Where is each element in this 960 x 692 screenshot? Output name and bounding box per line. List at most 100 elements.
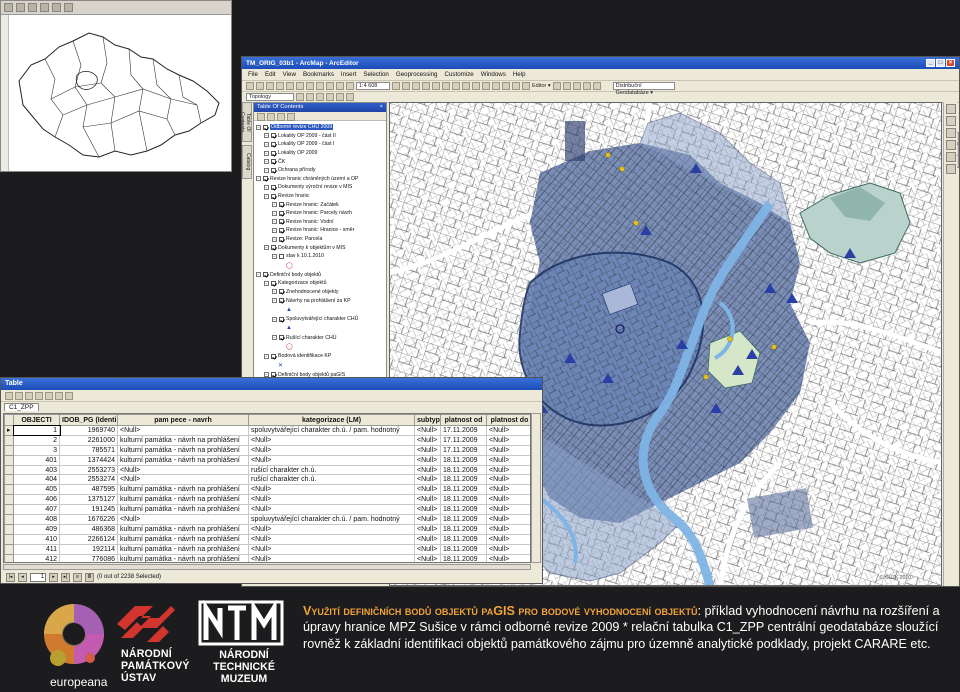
measure-icon[interactable] xyxy=(512,82,520,90)
tool-icon[interactable] xyxy=(64,3,73,12)
select-features-icon[interactable] xyxy=(492,82,500,90)
table-cell[interactable]: 17.11.2009 xyxy=(440,434,487,446)
table-cell[interactable]: <Null> xyxy=(414,474,441,486)
layer-visibility-checkbox[interactable] xyxy=(263,124,268,130)
add-data-icon[interactable] xyxy=(346,82,354,90)
expand-collapse-icon[interactable]: − xyxy=(272,253,277,259)
expand-collapse-icon[interactable]: − xyxy=(264,167,269,173)
table-cell[interactable]: 408 xyxy=(13,514,60,525)
zoom-out-icon[interactable] xyxy=(462,82,470,90)
table-cell[interactable]: <Null> xyxy=(486,425,530,436)
table-cell[interactable]: <Null> xyxy=(486,464,530,476)
topology-icon[interactable] xyxy=(296,93,304,101)
layer-visibility-checkbox[interactable] xyxy=(271,159,276,165)
fix-error-icon[interactable] xyxy=(316,93,324,101)
column-header[interactable]: IDOB_PG (Identi xyxy=(59,414,118,426)
maximize-icon[interactable]: □ xyxy=(936,59,945,67)
side-tool-icon[interactable] xyxy=(945,164,956,174)
shared-edge-icon[interactable] xyxy=(336,93,344,101)
column-header[interactable]: subtyp xyxy=(414,414,441,426)
table-cell[interactable]: <Null> xyxy=(117,474,249,486)
tool-icon[interactable] xyxy=(4,3,13,12)
menu-bookmarks[interactable]: Bookmarks xyxy=(303,71,334,78)
arcmap-title-bar[interactable]: TM_ORIG_03b1 - ArcMap - ArcEditor _ □ × xyxy=(242,57,959,69)
row-marker[interactable] xyxy=(4,484,14,496)
toc-layer-item[interactable]: − Spoluvytvářející charakter CHÚ xyxy=(256,315,384,324)
table-cell[interactable]: kulturní památka - návrh na prohlášení xyxy=(117,553,249,562)
expand-collapse-icon[interactable]: − xyxy=(256,124,261,130)
table-cell[interactable]: 776086 xyxy=(59,553,118,562)
print-icon[interactable] xyxy=(276,82,284,90)
menu-view[interactable]: View xyxy=(283,71,296,78)
table-cell[interactable]: 17.11.2009 xyxy=(440,444,487,456)
table-cell[interactable]: 404 xyxy=(13,474,60,486)
table-cell[interactable]: 18.11.2009 xyxy=(440,553,487,562)
table-cell[interactable]: 18.11.2009 xyxy=(440,514,487,525)
table-cell[interactable]: <Null> xyxy=(248,504,415,516)
table-cell[interactable]: <Null> xyxy=(248,444,415,456)
column-header[interactable]: OBJECTI xyxy=(13,414,60,426)
table-cell[interactable]: 17.11.2009 xyxy=(440,425,487,436)
list-by-visibility-icon[interactable] xyxy=(277,113,285,121)
table-cell[interactable]: kulturní památka - návrh na prohlášení xyxy=(117,543,249,555)
toc-layer-item[interactable]: − Odborné revize CHÚ 2009 xyxy=(256,123,384,132)
table-row[interactable]: 408 1676226 <Null> spoluvytvářející charakt… xyxy=(4,514,530,525)
side-tool-icon[interactable] xyxy=(945,104,956,114)
row-marker[interactable] xyxy=(4,543,14,555)
side-tab-catalog[interactable]: Catalog xyxy=(242,145,252,179)
column-header[interactable]: platnost do xyxy=(486,414,530,426)
table-cell[interactable]: spoluvytvářející charakter ch.ú. / pam. … xyxy=(248,425,415,436)
table-cell[interactable]: kulturní památka - návrh na prohlášení xyxy=(117,494,249,506)
table-row[interactable]: 404 2553274 <Null> rušící charakter ch.ú. <N… xyxy=(4,474,530,486)
first-record-icon[interactable]: |◂ xyxy=(6,572,15,582)
expand-collapse-icon[interactable]: − xyxy=(264,353,269,359)
table-cell[interactable]: 785571 xyxy=(59,444,118,456)
table-cell[interactable]: 18.11.2009 xyxy=(440,484,487,496)
expand-collapse-icon[interactable]: − xyxy=(272,210,277,216)
layer-visibility-checkbox[interactable] xyxy=(279,253,284,259)
next-record-icon[interactable]: ▸ xyxy=(49,572,58,582)
table-cell[interactable]: kulturní památka - návrh na prohlášení xyxy=(117,444,249,456)
table-row[interactable]: 409 486368 kulturní památka - návrh na pro… xyxy=(4,523,530,535)
list-by-selection-icon[interactable] xyxy=(287,113,295,121)
row-marker[interactable] xyxy=(4,533,14,545)
layer-visibility-checkbox[interactable] xyxy=(279,289,284,295)
table-cell[interactable]: <Null> xyxy=(414,464,441,476)
side-tool-icon[interactable] xyxy=(945,140,956,150)
menu-edit[interactable]: Edit xyxy=(265,71,276,78)
select-by-attributes-icon[interactable] xyxy=(25,391,33,400)
table-cell[interactable]: rušící charakter ch.ú. xyxy=(248,464,415,476)
table-cell[interactable]: <Null> xyxy=(486,454,530,466)
layer-visibility-checkbox[interactable] xyxy=(271,280,276,286)
toc-layer-item[interactable]: − Bodová identifikace KP xyxy=(256,352,384,361)
side-tool-icon[interactable] xyxy=(945,152,956,162)
table-cell[interactable]: 2553274 xyxy=(59,474,118,486)
copy-icon[interactable] xyxy=(296,82,304,90)
tool-icon[interactable] xyxy=(16,3,25,12)
toc-layer-item[interactable]: − Revize hranic: Parcely návrh xyxy=(256,209,384,218)
paste-icon[interactable] xyxy=(306,82,314,90)
expand-collapse-icon[interactable]: − xyxy=(264,280,269,286)
layer-visibility-checkbox[interactable] xyxy=(279,210,284,216)
table-cell[interactable]: <Null> xyxy=(248,553,415,562)
table-row[interactable]: 407 191245 kulturní památka - návrh na pro… xyxy=(4,504,530,516)
expand-collapse-icon[interactable]: − xyxy=(264,245,269,251)
layer-visibility-checkbox[interactable] xyxy=(279,227,284,233)
table-cell[interactable]: <Null> xyxy=(486,553,530,562)
cut-icon[interactable] xyxy=(286,82,294,90)
expand-collapse-icon[interactable]: − xyxy=(256,272,261,278)
table-cell[interactable]: <Null> xyxy=(248,454,415,466)
table-cell[interactable]: <Null> xyxy=(414,425,441,436)
expand-collapse-icon[interactable]: − xyxy=(264,193,269,199)
table-cell[interactable]: kulturní památka - návrh na prohlášení xyxy=(117,523,249,535)
table-cell[interactable]: <Null> xyxy=(486,444,530,456)
pan-icon[interactable] xyxy=(472,82,480,90)
editor-menu[interactable]: Editor ▾ xyxy=(532,83,551,89)
table-cell[interactable]: <Null> xyxy=(486,543,530,555)
menu-customize[interactable]: Customize xyxy=(445,71,474,78)
toc-layer-item[interactable]: − stav k 10.1.2010 xyxy=(256,252,384,261)
table-title-bar[interactable]: Table xyxy=(1,378,542,390)
table-cell[interactable]: 18.11.2009 xyxy=(440,504,487,516)
identify-icon[interactable] xyxy=(502,82,510,90)
toc-layer-item[interactable]: − Revize: Parcela xyxy=(256,235,384,244)
